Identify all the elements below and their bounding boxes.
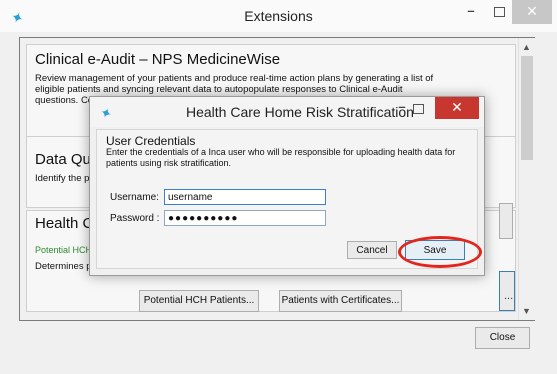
- maximize-icon: [493, 7, 505, 17]
- minimize-button[interactable]: –: [458, 0, 484, 24]
- group-title: User Credentials: [106, 134, 196, 148]
- close-button[interactable]: Close: [475, 327, 530, 349]
- patients-with-certificates-button[interactable]: Patients with Certificates...: [279, 290, 402, 312]
- maximize-button[interactable]: [486, 0, 512, 24]
- feather-icon: ✦: [97, 103, 115, 123]
- group-description: Enter the credentials of a Inca user who…: [106, 147, 456, 168]
- dialog-title: Health Care Home Risk Stratification: [186, 104, 414, 120]
- username-label: Username:: [110, 192, 159, 203]
- scroll-thumb[interactable]: [521, 56, 533, 160]
- username-input[interactable]: username: [164, 189, 326, 205]
- potential-hch-patients-button[interactable]: Potential HCH Patients...: [139, 290, 259, 312]
- status-text: Potential HCH: [35, 245, 93, 255]
- cancel-button[interactable]: Cancel: [347, 241, 397, 259]
- dialog-minimize-button[interactable]: –: [393, 99, 411, 114]
- dialog-maximize-button[interactable]: [413, 104, 424, 114]
- vertical-scrollbar[interactable]: ▲ ▼: [518, 38, 535, 320]
- chevron-down-icon[interactable]: ▼: [522, 306, 531, 316]
- password-input[interactable]: ●●●●●●●●●●: [164, 210, 326, 226]
- close-window-button[interactable]: ✕: [512, 0, 552, 24]
- more-label: ...: [504, 290, 514, 302]
- dialog-title-bar: ✦ Health Care Home Risk Stratification –…: [90, 97, 484, 127]
- password-label: Password :: [110, 213, 160, 224]
- highlight-circle: [398, 236, 482, 268]
- data-quality-action-button[interactable]: [499, 203, 513, 239]
- dialog-close-button[interactable]: ✕: [435, 97, 479, 119]
- title-bar: ✦ Extensions – ✕: [0, 0, 557, 32]
- chevron-up-icon[interactable]: ▲: [522, 42, 531, 52]
- panel-title: Clinical e-Audit – NPS MedicineWise: [35, 51, 281, 68]
